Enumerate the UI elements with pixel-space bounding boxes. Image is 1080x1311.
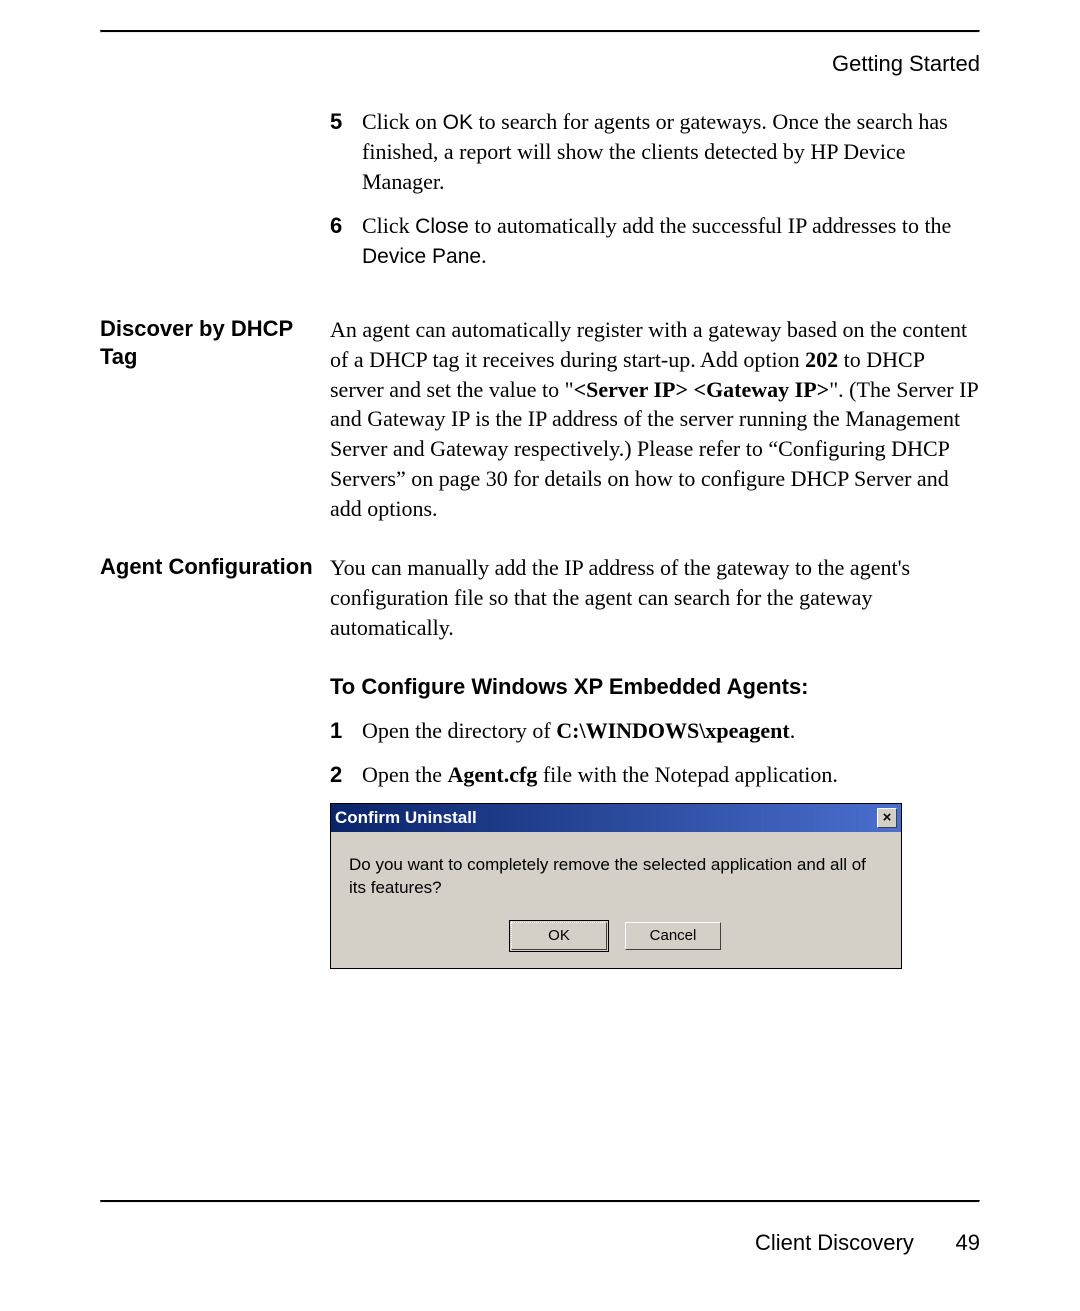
step-6: 6 Click Close to automatically add the s… — [330, 211, 980, 272]
step-text: Open the Agent.cfg file with the Notepad… — [362, 760, 980, 790]
dhcp-value-template: <Server IP> <Gateway IP> — [574, 377, 830, 402]
cancel-button[interactable]: Cancel — [625, 922, 721, 950]
chapter-title: Getting Started — [100, 51, 980, 77]
step-text: Click Close to automatically add the suc… — [362, 211, 980, 272]
ok-button[interactable]: OK — [511, 922, 607, 950]
step-text: Click on OK to search for agents or gate… — [362, 107, 980, 197]
section-heading-agent: Agent Configuration — [100, 553, 330, 581]
step-number: 1 — [330, 716, 362, 746]
top-rule — [100, 30, 980, 33]
agent-step-1: 1 Open the directory of C:\WINDOWS\xpeag… — [330, 716, 980, 746]
directory-path: C:\WINDOWS\xpeagent — [556, 718, 789, 743]
step-number: 6 — [330, 211, 362, 272]
confirm-uninstall-dialog: Confirm Uninstall × Do you want to compl… — [330, 803, 902, 969]
dhcp-option-number: 202 — [805, 347, 838, 372]
section-body-dhcp: An agent can automatically register with… — [330, 315, 980, 523]
page-footer: Client Discovery 49 — [100, 1230, 980, 1256]
close-keyword: Close — [415, 215, 469, 238]
section-heading-dhcp: Discover by DHCP Tag — [100, 315, 330, 370]
ok-keyword: OK — [443, 111, 473, 134]
step-5: 5 Click on OK to search for agents or ga… — [330, 107, 980, 197]
close-icon[interactable]: × — [877, 808, 897, 828]
bottom-rule — [100, 1200, 980, 1203]
agent-cfg-file: Agent.cfg — [448, 762, 538, 787]
dialog-message: Do you want to completely remove the sel… — [331, 832, 901, 922]
agent-step-2: 2 Open the Agent.cfg file with the Notep… — [330, 760, 980, 790]
dialog-title-text: Confirm Uninstall — [335, 807, 877, 830]
footer-section: Client Discovery — [755, 1230, 914, 1255]
step-number: 5 — [330, 107, 362, 197]
step-number: 2 — [330, 760, 362, 790]
device-pane-keyword: Device Pane — [362, 245, 481, 268]
page-number: 49 — [920, 1230, 980, 1256]
dialog-titlebar: Confirm Uninstall × — [331, 804, 901, 832]
subheading-configure-xp: To Configure Windows XP Embedded Agents: — [330, 672, 980, 702]
agent-intro: You can manually add the IP address of t… — [330, 553, 980, 642]
step-text: Open the directory of C:\WINDOWS\xpeagen… — [362, 716, 980, 746]
